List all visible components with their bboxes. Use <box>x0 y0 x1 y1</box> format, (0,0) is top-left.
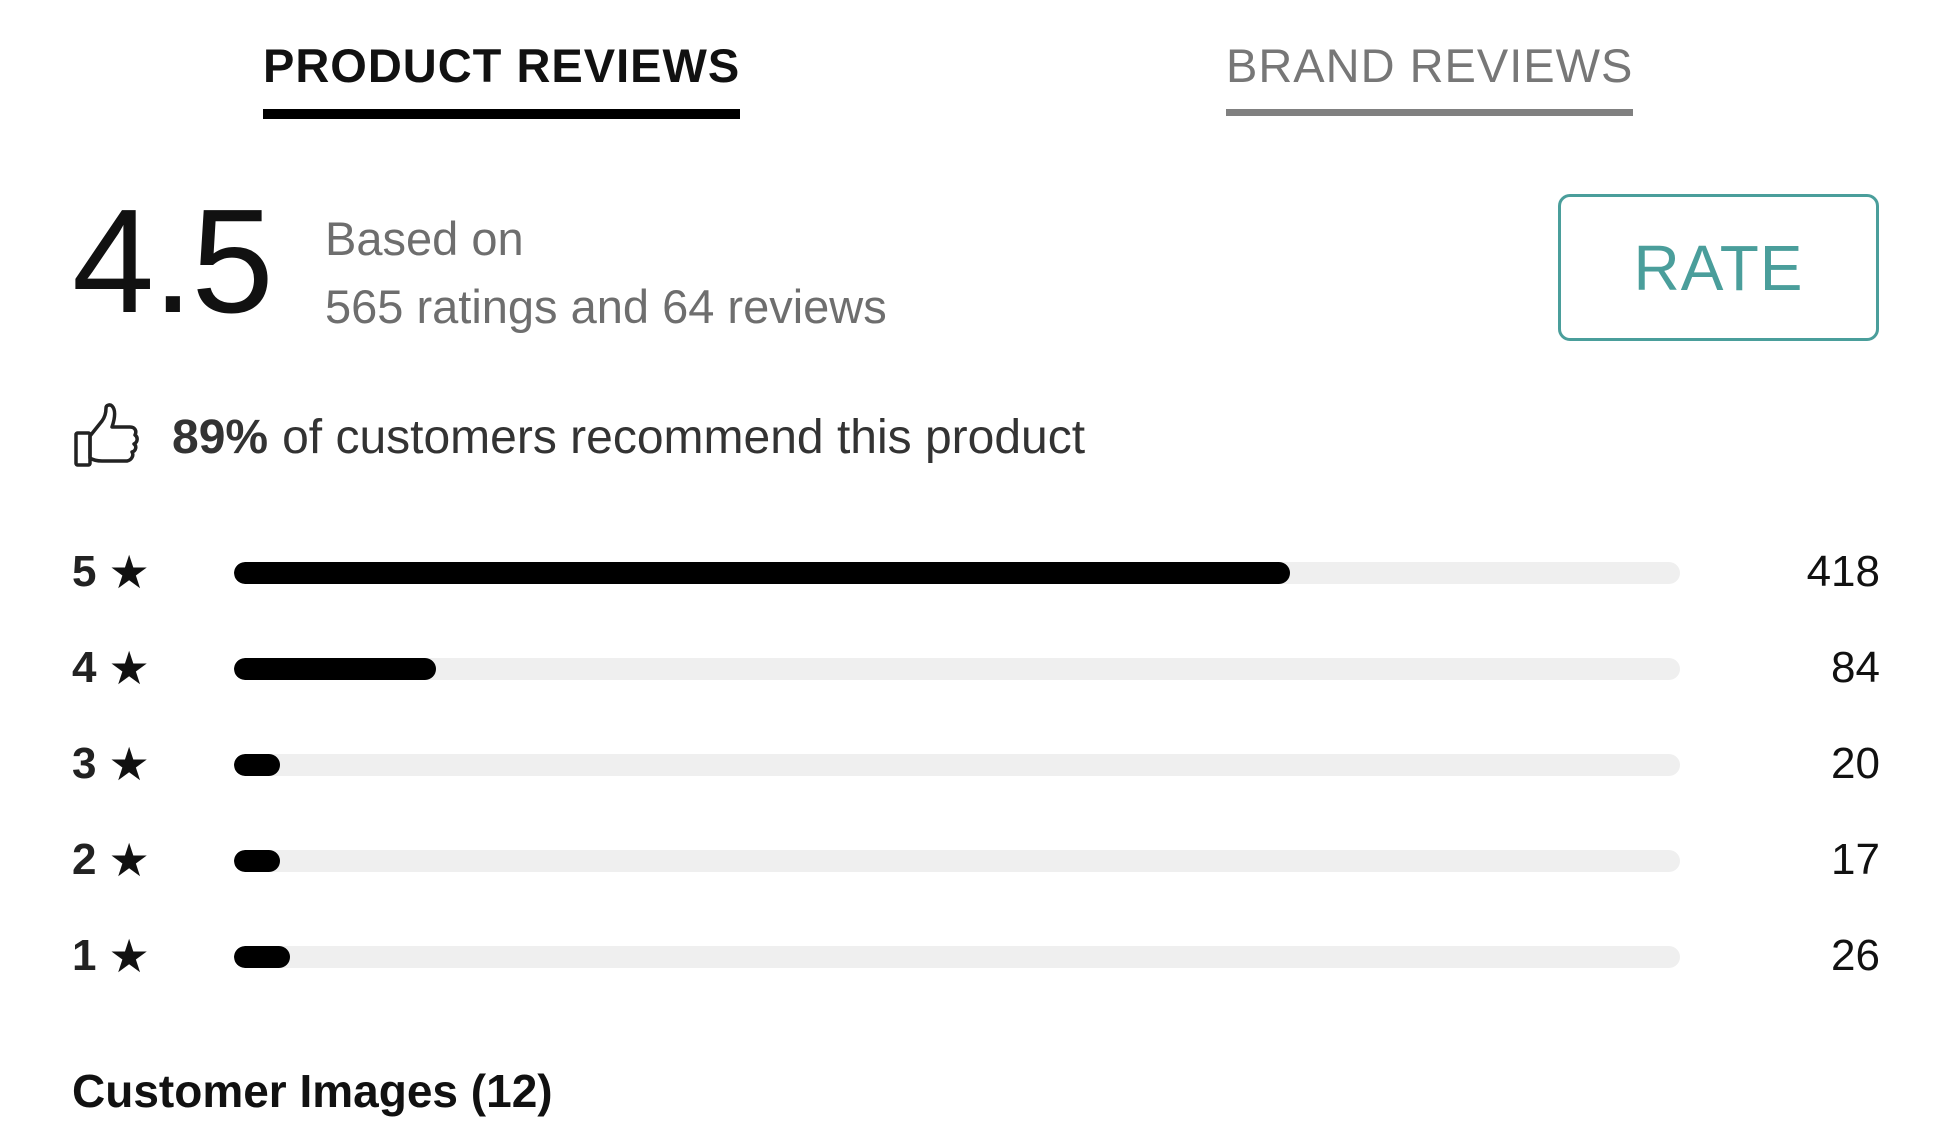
customer-images-heading[interactable]: Customer Images (12) <box>72 1064 553 1118</box>
rate-button[interactable]: RATE <box>1558 194 1879 341</box>
star-level-number: 4 <box>72 643 97 692</box>
rating-row-1-star[interactable]: 1 ★ 26 <box>72 924 1880 1020</box>
star-level-number: 1 <box>72 931 97 980</box>
rating-bar-track <box>234 658 1680 680</box>
star-icon: ★ <box>108 930 150 982</box>
star-level-label: 2 ★ <box>72 828 150 892</box>
rating-row-3-star[interactable]: 3 ★ 20 <box>72 732 1880 828</box>
rating-count: 84 <box>1831 643 1880 692</box>
average-rating: 4.5 <box>72 179 274 344</box>
recommend-caption: of customers recommend this product <box>282 410 1086 464</box>
star-level-number: 2 <box>72 835 97 884</box>
star-icon: ★ <box>108 738 150 790</box>
rating-count: 26 <box>1831 931 1880 980</box>
star-level-label: 5 ★ <box>72 540 150 604</box>
rating-bar-track <box>234 850 1680 872</box>
rating-count: 17 <box>1831 835 1880 884</box>
ratings-and-reviews-count: 565 ratings and 64 reviews <box>325 280 887 333</box>
rating-basis: Based on 565 ratings and 64 reviews <box>325 205 887 341</box>
star-icon: ★ <box>108 642 150 694</box>
recommend-text: 89% of customers recommend this product <box>172 410 1085 465</box>
rating-bar-track <box>234 754 1680 776</box>
rating-bar-fill <box>234 946 291 968</box>
rating-count: 418 <box>1806 547 1880 596</box>
star-level-number: 5 <box>72 547 97 596</box>
review-tabs: PRODUCT REVIEWS BRAND REVIEWS <box>0 0 1935 130</box>
rating-bar-track <box>234 946 1680 968</box>
star-level-label: 1 ★ <box>72 924 150 988</box>
star-level-number: 3 <box>72 739 97 788</box>
star-level-label: 3 ★ <box>72 732 150 796</box>
based-on-label: Based on <box>325 212 524 265</box>
star-icon: ★ <box>108 546 150 598</box>
rating-bar-fill <box>234 754 281 776</box>
rating-row-5-star[interactable]: 5 ★ 418 <box>72 540 1880 636</box>
rating-row-4-star[interactable]: 4 ★ 84 <box>72 636 1880 732</box>
star-level-label: 4 ★ <box>72 636 150 700</box>
rating-count: 20 <box>1831 739 1880 788</box>
rating-bar-fill <box>234 562 1290 584</box>
rating-bar-fill <box>234 850 281 872</box>
recommend-row: 89% of customers recommend this product <box>72 402 1085 472</box>
star-icon: ★ <box>108 834 150 886</box>
rating-distribution: 5 ★ 418 4 ★ 84 3 ★ 20 2 ★ 17 1 ★ 26 <box>72 540 1880 1020</box>
rating-bar-fill <box>234 658 437 680</box>
rating-bar-track <box>234 562 1680 584</box>
tab-brand-reviews[interactable]: BRAND REVIEWS <box>1226 38 1634 116</box>
recommend-percent: 89% <box>172 410 269 464</box>
tab-product-reviews[interactable]: PRODUCT REVIEWS <box>263 38 741 119</box>
rating-row-2-star[interactable]: 2 ★ 17 <box>72 828 1880 924</box>
thumbs-up-icon <box>72 403 140 471</box>
